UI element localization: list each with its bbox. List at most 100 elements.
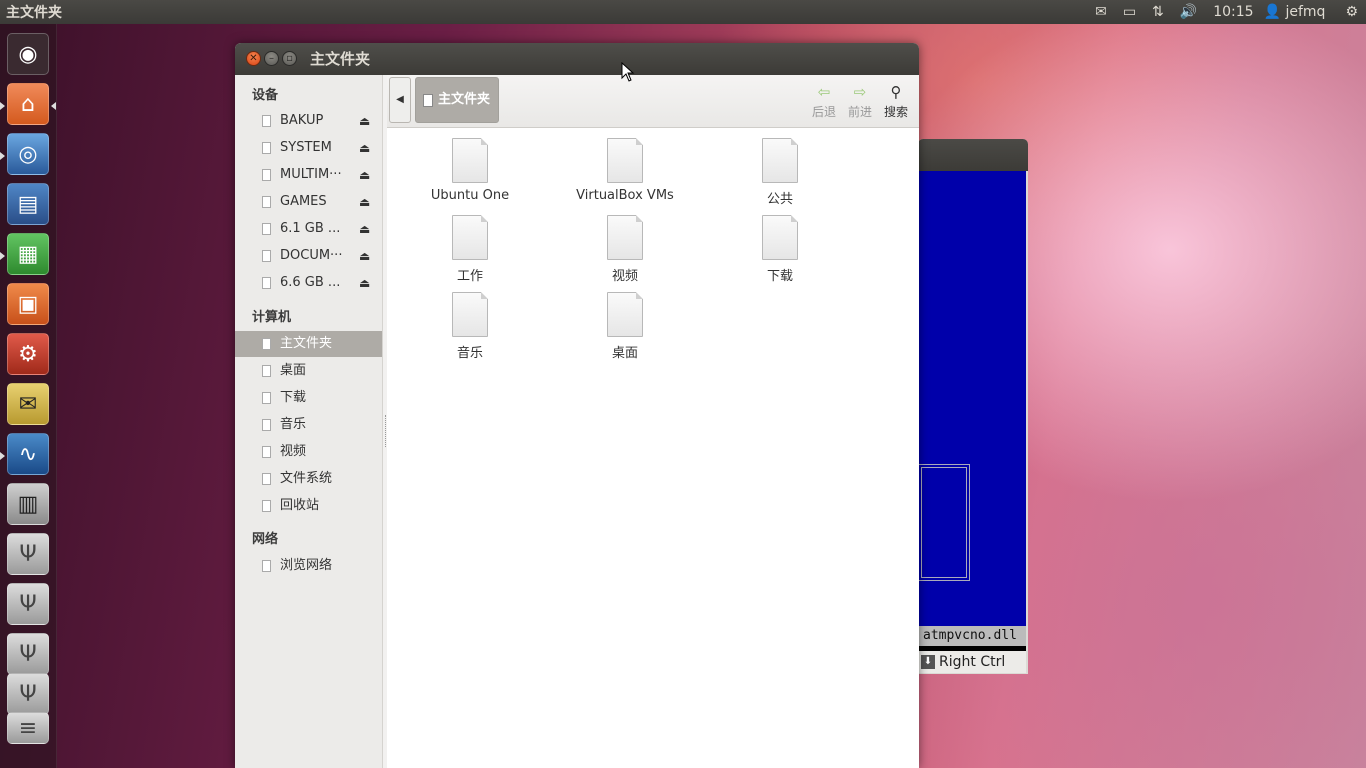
search-button[interactable]: ⚲ 搜索 — [879, 81, 913, 121]
sidebar-item-filesystem[interactable]: 文件系统 — [235, 466, 382, 492]
file-item[interactable]: 公共 — [705, 138, 855, 207]
search-icon: ⚲ — [890, 83, 902, 101]
top-panel: 主文件夹 ✉ ▭ ⇅ 🔊 10:15 👤 jefmq ⚙ — [0, 0, 1366, 24]
workspace-switcher-icon[interactable]: ▥ — [7, 483, 49, 525]
eject-icon[interactable]: ⏏ — [359, 270, 370, 296]
file-item-label: 下载 — [766, 269, 793, 284]
drive-icon — [262, 142, 271, 154]
folder-icon — [262, 446, 271, 458]
battery-icon[interactable]: ▭ — [1123, 4, 1136, 20]
file-item[interactable]: VirtualBox VMs — [550, 138, 700, 203]
folder-icon — [262, 365, 271, 377]
usb-drive-icon[interactable]: Ψ — [7, 633, 49, 675]
sidebar-item-downloads[interactable]: 下载 — [235, 385, 382, 411]
file-item-label: 工作 — [456, 269, 483, 284]
drive-icon — [262, 196, 271, 208]
volume-icon[interactable]: 🔊 — [1180, 4, 1197, 20]
drive-icon — [262, 250, 271, 262]
system-settings-icon[interactable]: ⚙ — [7, 333, 49, 375]
usb-drive-icon[interactable]: ≡ — [7, 712, 49, 744]
file-item[interactable]: 音乐 — [395, 292, 545, 361]
pidgin-icon[interactable]: ✉ — [7, 383, 49, 425]
sidebar-item-browse-network[interactable]: 浏览网络 — [235, 553, 382, 579]
sidebar-item-device[interactable]: SYSTEM ⏏ — [235, 135, 382, 161]
running-indicator — [0, 252, 5, 260]
sidebar-item-label: 下载 — [280, 390, 307, 405]
vm-status-bar: ⬇ Right Ctrl — [918, 651, 1026, 673]
sidebar-item-device[interactable]: DOCUM··· ⏏ — [235, 243, 382, 269]
sidebar-item-device[interactable]: BAKUP ⏏ — [235, 108, 382, 134]
file-item[interactable]: Ubuntu One — [395, 138, 545, 203]
sidebar-item-device[interactable]: MULTIM··· ⏏ — [235, 162, 382, 188]
close-button[interactable]: ✕ — [246, 51, 261, 66]
breadcrumb-home[interactable]: 主文件夹 — [415, 77, 499, 123]
file-item[interactable]: 视频 — [550, 215, 700, 284]
sidebar-item-device[interactable]: 6.6 GB ... ⏏ — [235, 270, 382, 296]
vm-screen[interactable] — [918, 171, 1026, 626]
calc-icon[interactable]: ▦ — [7, 233, 49, 275]
sidebar-item-label: 浏览网络 — [280, 558, 333, 573]
maximize-button[interactable]: ▫ — [282, 51, 297, 66]
window-titlebar[interactable]: ✕ – ▫ 主文件夹 — [235, 43, 919, 75]
vbox-titlebar[interactable] — [918, 139, 1028, 171]
system-tray: ✉ ▭ ⇅ 🔊 10:15 👤 jefmq ⚙ — [1087, 0, 1366, 24]
eject-icon[interactable]: ⏏ — [359, 162, 370, 188]
places-sidebar: 设备 BAKUP ⏏ SYSTEM ⏏ MULTIM··· ⏏ GAMES ⏏ 6.1 … — [235, 75, 383, 768]
virtualbox-window[interactable]: atmpvcno.dll ⬇ Right Ctrl — [918, 139, 1028, 674]
sidebar-item-device[interactable]: 6.1 GB ... ⏏ — [235, 216, 382, 242]
system-monitor-icon[interactable]: ∿ — [7, 433, 49, 475]
file-item[interactable]: 工作 — [395, 215, 545, 284]
usb-drive-icon[interactable]: Ψ — [7, 673, 49, 715]
sidebar-item-label: 视频 — [280, 444, 307, 459]
clock[interactable]: 10:15 — [1213, 4, 1253, 20]
folder-icon — [607, 138, 643, 183]
user-menu[interactable]: 👤 jefmq — [1264, 4, 1326, 20]
sidebar-item-device[interactable]: GAMES ⏏ — [235, 189, 382, 215]
mail-icon[interactable]: ✉ — [1095, 4, 1107, 20]
back-button[interactable]: ⇦ 后退 — [807, 81, 841, 121]
folder-icon — [762, 138, 798, 183]
network-icon[interactable]: ⇅ — [1152, 4, 1164, 20]
eject-icon[interactable]: ⏏ — [359, 108, 370, 134]
drive-icon — [262, 115, 271, 127]
writer-icon[interactable]: ▤ — [7, 183, 49, 225]
sidebar-item-desktop[interactable]: 桌面 — [235, 358, 382, 384]
chromium-icon[interactable]: ◎ — [7, 133, 49, 175]
home-folder-icon[interactable]: ⌂ — [7, 83, 49, 125]
sidebar-item-music[interactable]: 音乐 — [235, 412, 382, 438]
forward-button[interactable]: ⇨ 前进 — [843, 81, 877, 121]
back-label: 后退 — [811, 105, 836, 119]
eject-icon[interactable]: ⏏ — [359, 243, 370, 269]
sidebar-item-label: 6.1 GB ... — [280, 221, 341, 236]
breadcrumb-scroll-left-button[interactable]: ◀ — [389, 77, 411, 123]
file-item[interactable]: 桌面 — [550, 292, 700, 361]
sidebar-item-trash[interactable]: 回收站 — [235, 493, 382, 519]
sidebar-item-videos[interactable]: 视频 — [235, 439, 382, 465]
usb-drive-icon[interactable]: Ψ — [7, 533, 49, 575]
dash-home-icon[interactable]: ◉ — [7, 33, 49, 75]
file-item[interactable]: 下载 — [705, 215, 855, 284]
usb-drive-icon[interactable]: Ψ — [7, 583, 49, 625]
launcher: ◉ ⌂ ◎ ▤ ▦ ▣ ⚙ ✉ ∿ ▥ Ψ Ψ Ψ Ψ ≡ — [0, 24, 57, 768]
minimize-button[interactable]: – — [264, 51, 279, 66]
eject-icon[interactable]: ⏏ — [359, 216, 370, 242]
host-key-icon: ⬇ — [921, 655, 935, 669]
running-indicator — [0, 102, 5, 110]
eject-icon[interactable]: ⏏ — [359, 189, 370, 215]
sidebar-item-label: 6.6 GB ... — [280, 275, 341, 290]
file-item-label: 视频 — [611, 269, 638, 284]
ubuntu-software-icon[interactable]: ▣ — [7, 283, 49, 325]
drive-icon — [262, 169, 271, 181]
running-indicator — [0, 152, 5, 160]
filesystem-icon — [262, 473, 271, 485]
power-gear-icon[interactable]: ⚙ — [1345, 4, 1358, 20]
sidebar-item-label: MULTIM··· — [280, 167, 342, 182]
sidebar-item-home[interactable]: 主文件夹 — [235, 331, 382, 357]
eject-icon[interactable]: ⏏ — [359, 135, 370, 161]
window-title: 主文件夹 — [310, 50, 371, 68]
icon-view[interactable]: Ubuntu One VirtualBox VMs 公共 工作 视频 下载 音乐… — [387, 128, 919, 768]
back-arrow-icon: ⇦ — [817, 83, 831, 101]
breadcrumb-label: 主文件夹 — [438, 92, 491, 107]
file-item-label: 桌面 — [611, 346, 638, 361]
sidebar-item-label: 音乐 — [280, 417, 307, 432]
